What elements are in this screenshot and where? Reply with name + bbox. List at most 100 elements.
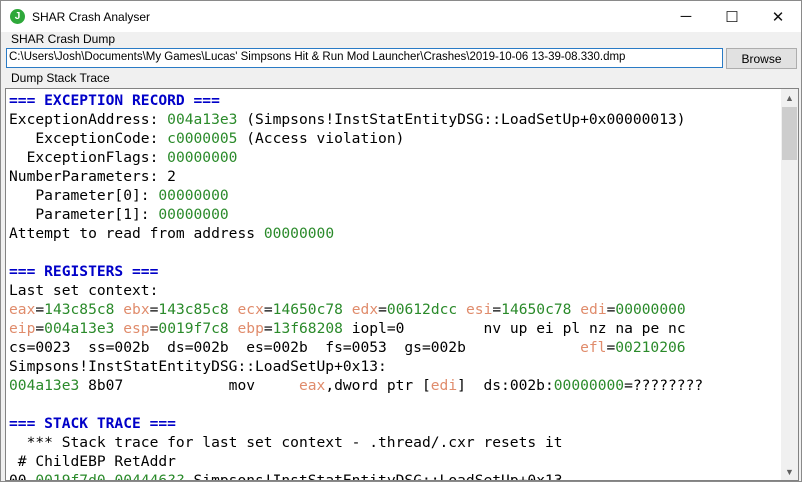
trace-segment: 00000000 — [158, 187, 229, 204]
trace-segment: 00000000 — [615, 301, 686, 318]
trace-segment: 8b07 mov — [79, 377, 299, 394]
trace-segment: 0019f7c8 — [158, 320, 229, 337]
window-title: SHAR Crash Analyser — [32, 9, 151, 24]
trace-segment: = — [263, 301, 273, 318]
browse-button[interactable]: Browse — [726, 48, 797, 69]
trace-segment: 00000000 — [263, 225, 335, 242]
trace-segment: === EXCEPTION RECORD === — [9, 92, 220, 109]
trace-segment: ,dword ptr [ — [325, 377, 431, 394]
trace-line — [9, 395, 703, 414]
trace-line: Simpsons!InstStatEntityDSG::LoadSetUp+0x… — [9, 357, 703, 376]
trace-segment: iopl=0 nv up ei pl nz na pe nc — [342, 320, 686, 337]
trace-line: ExceptionAddress: 004a13e3 (Simpsons!Ins… — [9, 110, 703, 129]
maximize-button[interactable]: ☐ — [709, 1, 755, 32]
close-button[interactable]: ✕ — [755, 1, 801, 32]
trace-segment: Parameter[0]: — [9, 187, 159, 204]
trace-segment: (Simpsons!InstStatEntityDSG::LoadSetUp+0… — [237, 111, 686, 128]
trace-segment: 143c85c8 — [44, 301, 115, 318]
trace-line: === EXCEPTION RECORD === — [9, 91, 703, 110]
trace-line: ExceptionCode: c0000005 (Access violatio… — [9, 129, 703, 148]
trace-segment: edi — [580, 301, 607, 318]
trace-segment: 004a13e3 — [167, 111, 238, 128]
trace-line — [9, 243, 703, 262]
trace-line: 00 0019f7d0 004446?? Simpsons!InstStatEn… — [9, 471, 703, 481]
trace-line: === STACK TRACE === — [9, 414, 703, 433]
trace-segment: 004446?? — [114, 472, 185, 481]
trace-segment: ExceptionCode: — [9, 130, 168, 147]
trace-line: Last set context: — [9, 281, 703, 300]
trace-segment: 14650c78 — [501, 301, 572, 318]
trace-segment: 13f68208 — [272, 320, 343, 337]
trace-segment: = — [492, 301, 502, 318]
trace-segment: ExceptionFlags: — [9, 149, 168, 166]
trace-line: Parameter[0]: 00000000 — [9, 186, 703, 205]
trace-segment: === STACK TRACE === — [9, 415, 176, 432]
trace-segment — [229, 301, 238, 318]
dump-path-input[interactable]: C:\Users\Josh\Documents\My Games\Lucas' … — [6, 48, 723, 68]
trace-segment: = — [606, 339, 616, 356]
trace-segment: 00612dcc — [386, 301, 458, 318]
trace-line: Parameter[1]: 00000000 — [9, 205, 703, 224]
trace-segment: Simpsons!InstStatEntityDSG::LoadSetUp+0x… — [9, 358, 387, 375]
minimize-button[interactable]: ─ — [663, 1, 709, 32]
scroll-up-icon[interactable]: ▲ — [781, 89, 798, 106]
trace-segment: 00000000 — [553, 377, 625, 394]
trace-segment: = — [378, 301, 387, 318]
trace-segment: cs=0023 ss=002b ds=002b es=002b fs=0053 … — [9, 339, 581, 356]
trace-line: Attempt to read from address 00000000 — [9, 224, 703, 243]
trace-segment: 14650c78 — [272, 301, 343, 318]
trace-segment: 00 — [9, 472, 36, 481]
title-bar: J SHAR Crash Analyser ─ ☐ ✕ — [1, 1, 801, 32]
trace-segment: =???????? — [624, 377, 704, 394]
trace-line: ExceptionFlags: 00000000 — [9, 148, 703, 167]
trace-segment: 00210206 — [615, 339, 686, 356]
trace-segment: eax — [298, 377, 326, 394]
trace-line: NumberParameters: 2 — [9, 167, 703, 186]
trace-segment: 00000000 — [167, 149, 238, 166]
trace-line: 004a13e3 8b07 mov eax,dword ptr [edi] ds… — [9, 376, 703, 395]
trace-segment: = — [263, 320, 273, 337]
trace-segment: edx — [351, 301, 379, 318]
trace-segment: *** Stack trace for last set context - .… — [9, 434, 563, 451]
trace-segment: edi — [430, 377, 458, 394]
vertical-scrollbar[interactable]: ▲ ▼ — [781, 89, 798, 480]
trace-segment: efl — [580, 339, 607, 356]
trace-segment: eip — [9, 320, 36, 337]
trace-line: *** Stack trace for last set context - .… — [9, 433, 703, 452]
trace-segment: 00000000 — [158, 206, 229, 223]
stack-trace-textbox[interactable]: === EXCEPTION RECORD === ExceptionAddress… — [5, 88, 799, 481]
trace-segment: eax — [9, 301, 36, 318]
trace-segment: ebx — [123, 301, 150, 318]
trace-segment: esi — [466, 301, 493, 318]
trace-segment: NumberParameters: 2 — [9, 168, 176, 185]
scrollbar-thumb[interactable] — [782, 107, 797, 160]
trace-segment: ExceptionAddress: — [9, 111, 168, 128]
trace-segment — [114, 301, 123, 318]
trace-line: eip=004a13e3 esp=0019f7c8 ebp=13f68208 i… — [9, 319, 703, 338]
trace-segment — [114, 320, 123, 337]
stack-trace-label: Dump Stack Trace — [11, 71, 110, 85]
trace-segment: === REGISTERS === — [9, 263, 159, 280]
trace-segment: 143c85c8 — [158, 301, 229, 318]
trace-segment — [457, 301, 466, 318]
trace-segment: Parameter[1]: — [9, 206, 159, 223]
trace-segment: = — [35, 320, 45, 337]
crash-dump-label: SHAR Crash Dump — [11, 32, 116, 46]
trace-segment: Attempt to read from address — [9, 225, 264, 242]
trace-segment: 0019f7d0 — [35, 472, 106, 481]
trace-segment: ] ds:002b: — [457, 377, 554, 394]
trace-segment: Simpsons!InstStatEntityDSG::LoadSetUp+0x… — [184, 472, 563, 481]
trace-line: # ChildEBP RetAddr — [9, 452, 703, 471]
trace-segment: ecx — [237, 301, 264, 318]
trace-segment — [571, 301, 580, 318]
trace-segment: (Access violation) — [237, 130, 405, 147]
trace-segment: # ChildEBP RetAddr — [9, 453, 176, 470]
trace-segment — [343, 301, 352, 318]
trace-segment: Last set context: — [9, 282, 159, 299]
trace-line: === REGISTERS === — [9, 262, 703, 281]
scroll-down-icon[interactable]: ▼ — [781, 463, 798, 480]
stack-trace-text: === EXCEPTION RECORD === ExceptionAddress… — [9, 91, 703, 481]
trace-segment: esp — [123, 320, 150, 337]
trace-segment: 004a13e3 — [9, 377, 80, 394]
trace-segment: = — [35, 301, 45, 318]
